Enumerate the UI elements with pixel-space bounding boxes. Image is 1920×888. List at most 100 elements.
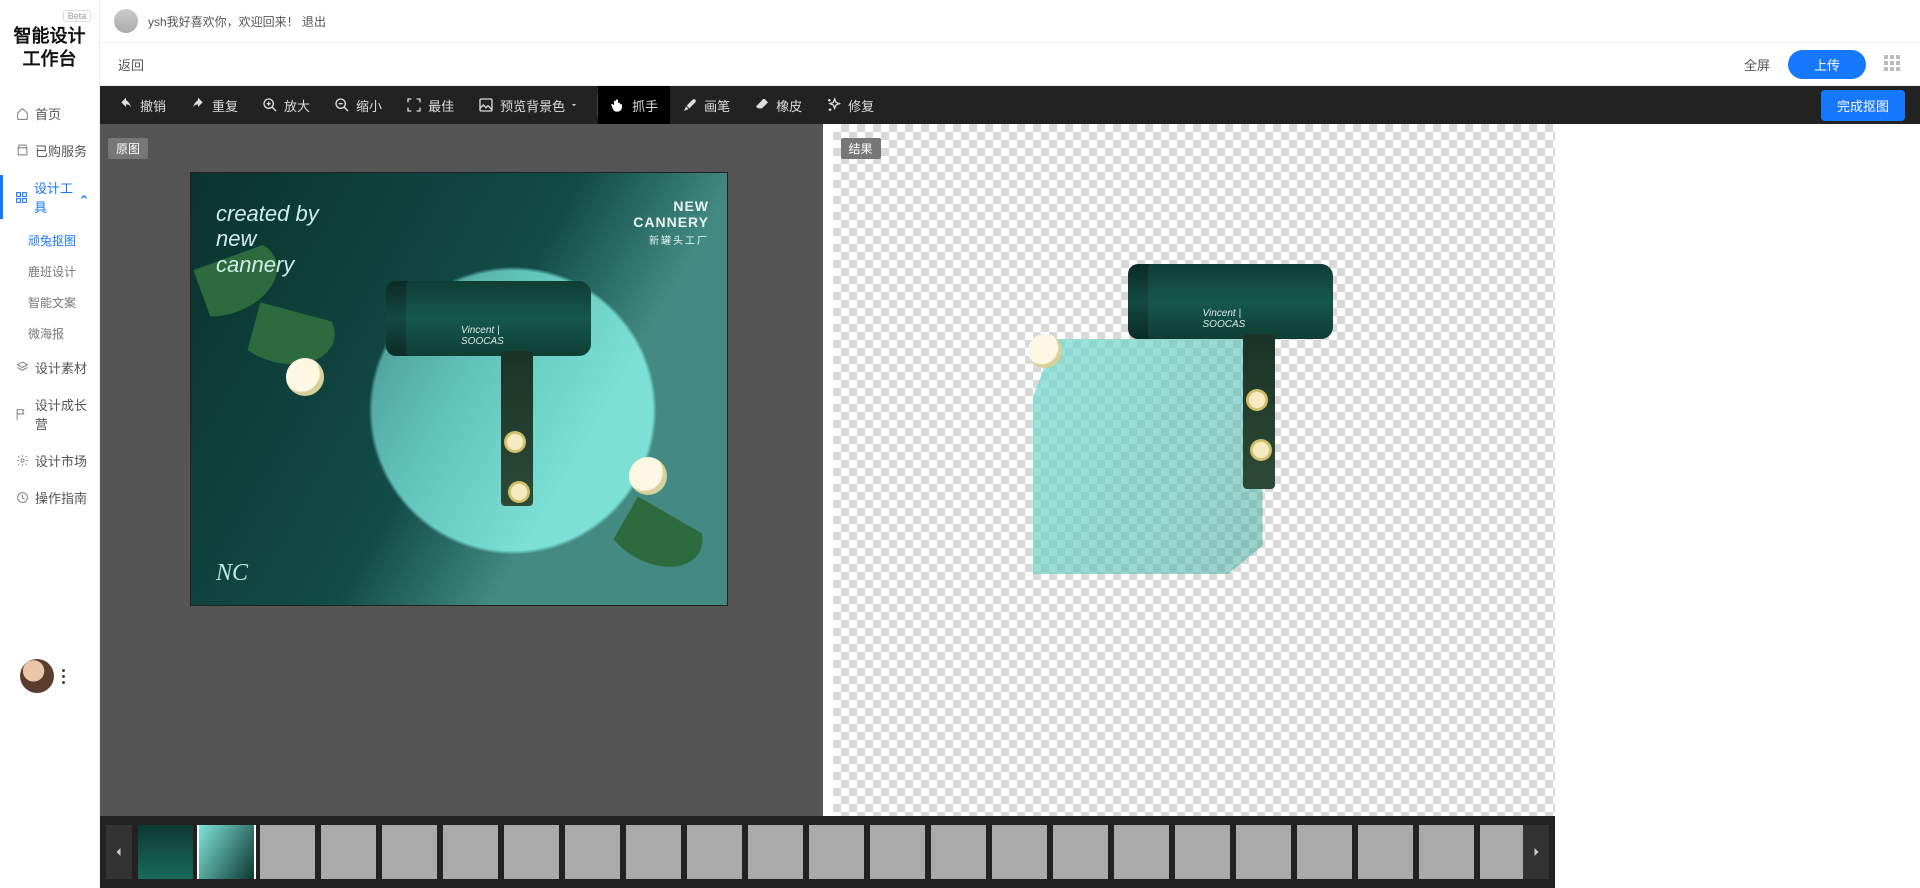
thumbnail-empty[interactable] [382,825,437,879]
nav: 首页 已购服务 设计工具 顽兔抠图 鹿班设计 智能文案 微海报 设计素材 设计成… [0,95,99,516]
nav-sub-wantu[interactable]: 顽兔抠图 [0,225,99,256]
thumbnail-empty[interactable] [809,825,864,879]
more-icon [62,669,65,684]
nav-market[interactable]: 设计市场 [0,442,99,479]
rose-decor [1028,334,1062,368]
tool-zoom-in[interactable]: 放大 [250,86,322,124]
brush-icon [682,97,698,113]
original-image: created by new cannery NEWCANNERY 新罐头工厂 … [190,172,728,606]
thumbnail-empty[interactable] [1419,825,1474,879]
tool-hand[interactable]: 抓手 [598,86,670,124]
image-icon [478,97,494,113]
eraser-icon [754,97,770,113]
logout-link[interactable]: 退出 [302,15,326,29]
tool-repair[interactable]: 修复 [814,86,886,124]
tool-eraser[interactable]: 橡皮 [742,86,814,124]
sidebar-avatar[interactable] [20,659,65,693]
avatar [20,659,54,693]
home-icon [15,107,29,121]
thumbnail-empty[interactable] [748,825,803,879]
thumbnail-empty[interactable] [321,825,376,879]
nav-sub-luban[interactable]: 鹿班设计 [0,256,99,287]
thumbnail-empty[interactable] [870,825,925,879]
thumbnail-empty[interactable] [260,825,315,879]
thumbnail-empty[interactable] [1358,825,1413,879]
sidebar: Beta 智能设计 工作台 首页 已购服务 设计工具 顽兔抠图 鹿班设计 智能文… [0,0,100,888]
leaf-decor [608,497,716,594]
editor-toolbar: 撤销 重复 放大 缩小 最佳 预览背景色 抓手 画笔 橡皮 修复 [100,86,1555,124]
logo: Beta 智能设计 工作台 [0,0,99,69]
result-image: Vincent | SOOCAS [1033,264,1353,564]
bag-icon [15,144,29,158]
nav-guide[interactable]: 操作指南 [0,479,99,516]
thumbnail[interactable] [138,825,193,879]
thumbnail-empty[interactable] [687,825,742,879]
user-bar: ysh我好喜欢你，欢迎回来！ 退出 [100,0,1920,42]
nav-home[interactable]: 首页 [0,95,99,132]
original-label: 原图 [108,138,148,159]
app-title-line2: 工作台 [0,49,99,70]
action-bar: 返回 全屏 上传 [100,42,1920,86]
layers-icon [15,361,29,375]
tool-zoom-out[interactable]: 缩小 [322,86,394,124]
zoom-out-icon [334,97,350,113]
app-title-line1: 智能设计 [0,26,99,47]
thumbnail-empty[interactable] [626,825,681,879]
nav-assets[interactable]: 设计素材 [0,349,99,386]
thumbnail-empty[interactable] [1480,825,1523,879]
tool-redo[interactable]: 重复 [178,86,250,124]
back-button[interactable]: 返回 [118,55,144,74]
original-pane[interactable]: 原图 created by new cannery NEWCANNERY 新罐头… [100,124,823,816]
magic-icon [826,97,842,113]
beta-badge: Beta [63,10,92,22]
thumbnails [132,825,1523,879]
nav-purchased[interactable]: 已购服务 [0,132,99,169]
image-tagline: created by new cannery [216,201,319,277]
thumbnail-empty[interactable] [931,825,986,879]
nav-sub-smarttxt[interactable]: 智能文案 [0,287,99,318]
tool-fit[interactable]: 最佳 [394,86,466,124]
thumbnail-empty[interactable] [1114,825,1169,879]
thumbnail-empty[interactable] [1297,825,1352,879]
result-label: 结果 [841,138,881,159]
redo-icon [190,97,206,113]
tool-brush[interactable]: 画笔 [670,86,742,124]
apps-icon [15,190,28,204]
thumbnail-selected[interactable] [199,825,254,879]
work-area: 原图 created by new cannery NEWCANNERY 新罐头… [100,124,1555,816]
thumbnail-empty[interactable] [565,825,620,879]
fit-icon [406,97,422,113]
thumbnail-empty[interactable] [1236,825,1291,879]
rose-decor [629,457,667,495]
greeting: ysh我好喜欢你，欢迎回来！ 退出 [148,13,326,30]
finish-cutout-button[interactable]: 完成抠图 [1821,90,1905,121]
nav-design-tools[interactable]: 设计工具 [0,169,99,225]
result-pane[interactable]: 结果 Vincent | SOOCAS [833,124,1556,816]
tool-undo[interactable]: 撤销 [106,86,178,124]
strip-next[interactable] [1523,825,1549,879]
book-icon [15,491,29,505]
strip-prev[interactable] [106,825,132,879]
upload-button[interactable]: 上传 [1788,50,1866,79]
thumbnail-strip [100,816,1555,888]
strip-right-blank [1555,816,1920,888]
image-brand: NEWCANNERY 新罐头工厂 [633,198,709,247]
hand-icon [610,97,626,113]
nav-camp[interactable]: 设计成长营 [0,386,99,442]
apps-grid-icon[interactable] [1884,55,1902,73]
finish-bar: 完成抠图 [1555,86,1920,124]
thumbnail-empty[interactable] [1053,825,1108,879]
fullscreen-button[interactable]: 全屏 [1744,55,1770,74]
right-panel [1555,124,1920,816]
tool-bg-preview[interactable]: 预览背景色 [466,86,597,124]
nav-sub-miniposter[interactable]: 微海报 [0,318,99,349]
rose-decor [286,358,324,396]
chevron-up-icon [79,192,89,202]
flag-icon [15,407,29,421]
avatar-small[interactable] [114,9,138,33]
thumbnail-empty[interactable] [1175,825,1230,879]
image-signature: NC [216,560,248,587]
thumbnail-empty[interactable] [443,825,498,879]
thumbnail-empty[interactable] [504,825,559,879]
thumbnail-empty[interactable] [992,825,1047,879]
